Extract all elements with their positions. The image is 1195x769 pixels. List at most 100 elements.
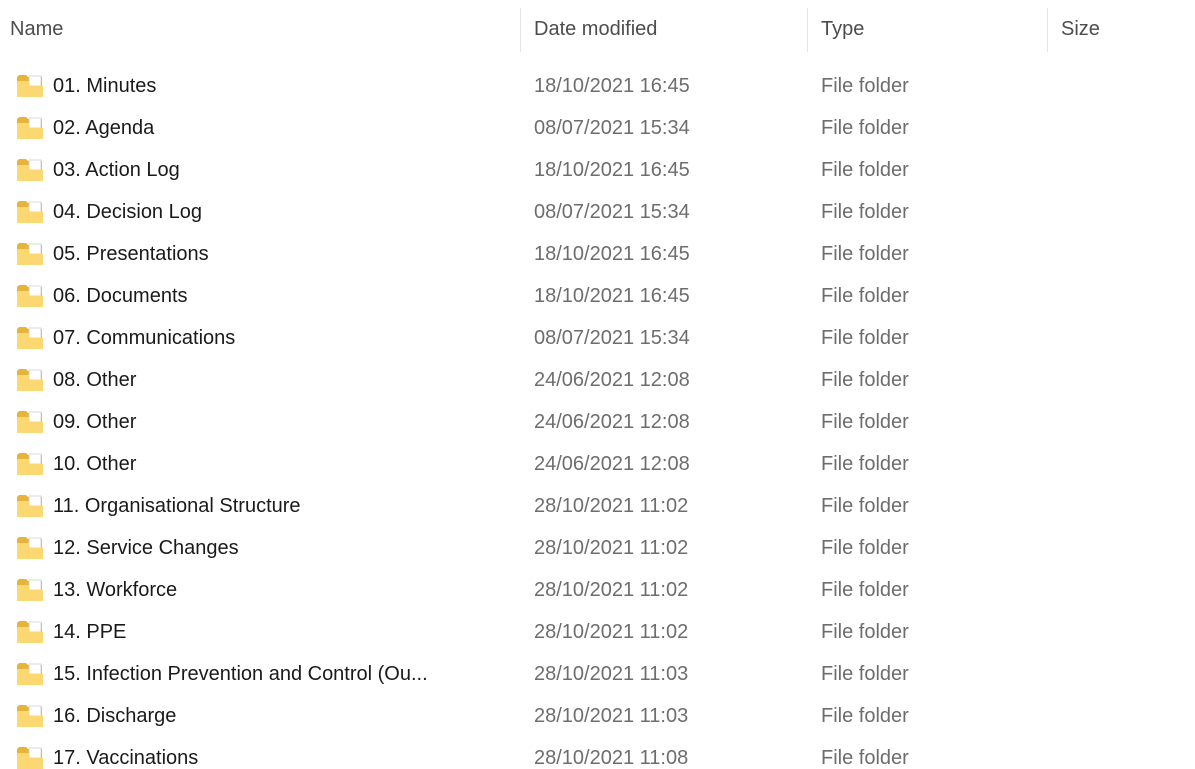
column-header-bar: Name Date modified Type Size [0, 0, 1195, 58]
folder-icon [16, 452, 44, 476]
file-type: File folder [821, 369, 909, 391]
file-name: 02. Agenda [53, 117, 155, 139]
file-type: File folder [821, 537, 909, 559]
folder-icon [16, 494, 44, 518]
file-name: 03. Action Log [53, 159, 180, 181]
file-row[interactable]: 13. Workforce 28/10/2021 11:02 File folder [0, 569, 1195, 611]
file-row[interactable]: 17. Vaccinations 28/10/2021 11:08 File fol… [0, 737, 1195, 769]
file-row[interactable]: 16. Discharge 28/10/2021 11:03 File folder [0, 695, 1195, 737]
file-size [1061, 409, 1181, 435]
column-header-type[interactable]: Type [821, 16, 1036, 42]
folder-icon [16, 704, 44, 728]
file-type: File folder [821, 327, 909, 349]
folder-icon [16, 662, 44, 686]
folder-icon [16, 284, 44, 308]
file-date-modified: 28/10/2021 11:02 [534, 579, 689, 601]
file-date-modified: 28/10/2021 11:02 [534, 495, 689, 517]
file-date-modified: 24/06/2021 12:08 [534, 411, 690, 433]
file-date-modified: 08/07/2021 15:34 [534, 327, 690, 349]
file-date-modified: 28/10/2021 11:03 [534, 663, 689, 685]
file-type: File folder [821, 411, 909, 433]
column-divider[interactable] [1047, 8, 1048, 52]
file-name: 08. Other [53, 369, 137, 391]
file-explorer-details-view: Name Date modified Type Size 01. Minutes… [0, 0, 1195, 769]
file-size [1061, 283, 1181, 309]
file-type: File folder [821, 495, 909, 517]
file-row[interactable]: 03. Action Log 18/10/2021 16:45 File folde… [0, 149, 1195, 191]
folder-icon [16, 746, 44, 769]
column-divider[interactable] [520, 8, 521, 52]
folder-icon [16, 578, 44, 602]
folder-icon [16, 158, 44, 182]
file-date-modified: 24/06/2021 12:08 [534, 369, 690, 391]
file-name: 09. Other [53, 411, 137, 433]
file-date-modified: 18/10/2021 16:45 [534, 159, 690, 181]
file-size [1061, 745, 1181, 769]
file-row[interactable]: 01. Minutes 18/10/2021 16:45 File folder [0, 65, 1195, 107]
folder-icon [16, 368, 44, 392]
file-size [1061, 325, 1181, 351]
file-row[interactable]: 06. Documents 18/10/2021 16:45 File folder [0, 275, 1195, 317]
file-date-modified: 18/10/2021 16:45 [534, 285, 690, 307]
file-row[interactable]: 07. Communications 08/07/2021 15:34 File f… [0, 317, 1195, 359]
file-date-modified: 08/07/2021 15:34 [534, 117, 690, 139]
file-type: File folder [821, 75, 909, 97]
file-type: File folder [821, 579, 909, 601]
file-row[interactable]: 05. Presentations 18/10/2021 16:45 File fo… [0, 233, 1195, 275]
file-size [1061, 661, 1181, 687]
file-row[interactable]: 15. Infection Prevention and Control (Ou… [0, 653, 1195, 695]
file-name: 07. Communications [53, 327, 236, 349]
file-name: 04. Decision Log [53, 201, 202, 223]
file-size [1061, 577, 1181, 603]
file-row[interactable]: 08. Other 24/06/2021 12:08 File folder [0, 359, 1195, 401]
file-row[interactable]: 02. Agenda 08/07/2021 15:34 File folder [0, 107, 1195, 149]
file-size [1061, 73, 1181, 99]
folder-icon [16, 242, 44, 266]
file-type: File folder [821, 453, 909, 475]
file-row[interactable]: 04. Decision Log 08/07/2021 15:34 File fol… [0, 191, 1195, 233]
folder-icon [16, 74, 44, 98]
file-size [1061, 157, 1181, 183]
column-header-name[interactable]: Name [10, 16, 510, 42]
file-type: File folder [821, 285, 909, 307]
file-row[interactable]: 09. Other 24/06/2021 12:08 File folder [0, 401, 1195, 443]
file-size [1061, 535, 1181, 561]
folder-icon [16, 326, 44, 350]
file-name: 05. Presentations [53, 243, 209, 265]
file-size [1061, 367, 1181, 393]
file-row[interactable]: 11. Organisational Structure 28/10/2021 1… [0, 485, 1195, 527]
file-row[interactable]: 10. Other 24/06/2021 12:08 File folder [0, 443, 1195, 485]
file-type: File folder [821, 243, 909, 265]
file-name: 16. Discharge [53, 705, 177, 727]
file-name: 14. PPE [53, 621, 127, 643]
file-type: File folder [821, 159, 909, 181]
file-row[interactable]: 14. PPE 28/10/2021 11:02 File folder [0, 611, 1195, 653]
file-size [1061, 451, 1181, 477]
file-list: 01. Minutes 18/10/2021 16:45 File folder 02… [0, 65, 1195, 769]
folder-icon [16, 116, 44, 140]
file-row[interactable]: 12. Service Changes 28/10/2021 11:02 File … [0, 527, 1195, 569]
file-type: File folder [821, 117, 909, 139]
folder-icon [16, 620, 44, 644]
file-name: 17. Vaccinations [53, 747, 199, 769]
file-date-modified: 18/10/2021 16:45 [534, 243, 690, 265]
folder-icon [16, 200, 44, 224]
column-divider[interactable] [807, 8, 808, 52]
column-header-date-modified[interactable]: Date modified [534, 16, 794, 42]
file-name: 15. Infection Prevention and Control (Ou… [53, 663, 428, 685]
file-name: 12. Service Changes [53, 537, 239, 559]
folder-icon [16, 536, 44, 560]
file-name: 13. Workforce [53, 579, 178, 601]
file-size [1061, 241, 1181, 267]
file-type: File folder [821, 201, 909, 223]
file-date-modified: 18/10/2021 16:45 [534, 75, 690, 97]
file-name: 10. Other [53, 453, 137, 475]
file-name: 06. Documents [53, 285, 188, 307]
file-date-modified: 28/10/2021 11:02 [534, 537, 689, 559]
file-size [1061, 493, 1181, 519]
file-name: 01. Minutes [53, 75, 157, 97]
file-size [1061, 199, 1181, 225]
column-header-size[interactable]: Size [1061, 16, 1181, 42]
folder-icon [16, 410, 44, 434]
file-date-modified: 28/10/2021 11:03 [534, 705, 689, 727]
